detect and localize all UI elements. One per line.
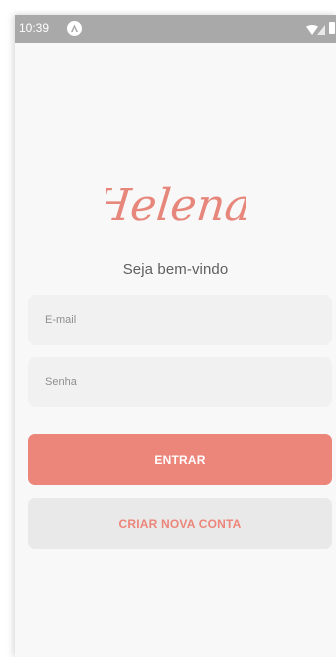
password-field[interactable] (28, 357, 332, 407)
app-screen: 10:39 Helena Seja bem-vindo ENTRAR CRIAR… (15, 15, 336, 657)
create-account-button[interactable]: CRIAR NOVA CONTA (28, 498, 332, 549)
cell-signal-icon (317, 24, 325, 38)
status-time: 10:39 (19, 21, 50, 35)
status-bar: 10:39 (15, 15, 336, 43)
email-field[interactable] (28, 295, 332, 345)
helena-logo: Helena (15, 165, 336, 246)
android-notification-icon (67, 21, 82, 36)
helena-logo-script: Helena (88, 180, 253, 231)
welcome-text: Seja bem-vindo (122, 261, 229, 278)
logo-text: Helena (106, 180, 246, 231)
login-button[interactable]: ENTRAR (28, 434, 332, 485)
battery-icon (329, 22, 335, 34)
